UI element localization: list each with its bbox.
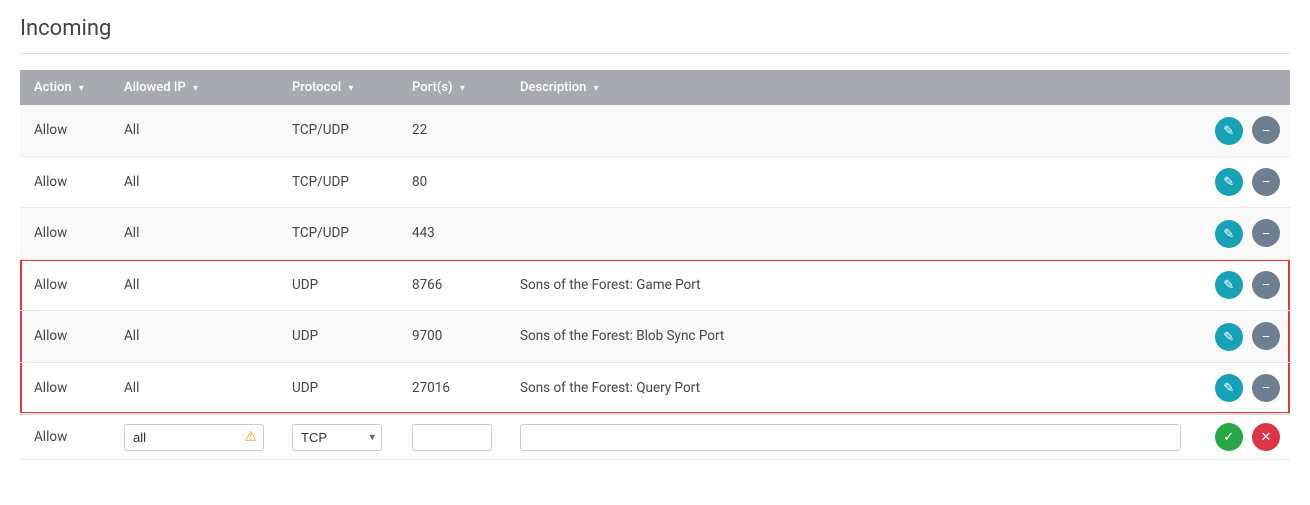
- edit-button[interactable]: ✎: [1215, 168, 1243, 196]
- cell-description: [506, 156, 1195, 208]
- cell-description: [506, 208, 1195, 260]
- cell-row-actions: ✎ −: [1195, 105, 1290, 156]
- table-row: Allow All UDP 8766 Sons of the Forest: G…: [20, 259, 1290, 311]
- edit-button[interactable]: ✎: [1215, 117, 1243, 145]
- remove-button[interactable]: −: [1252, 374, 1280, 402]
- edit-button[interactable]: ✎: [1215, 271, 1243, 299]
- cell-description: Sons of the Forest: Query Port: [506, 362, 1195, 414]
- edit-button[interactable]: ✎: [1215, 323, 1243, 351]
- cell-protocol: TCP/UDP: [278, 156, 398, 208]
- cell-protocol: UDP: [278, 311, 398, 363]
- cell-description: [506, 105, 1195, 156]
- page-title: Incoming: [20, 16, 1290, 54]
- cell-port: 27016: [398, 362, 506, 414]
- cell-action: Allow: [20, 311, 110, 363]
- col-header-protocol[interactable]: Protocol ▾: [278, 70, 398, 105]
- col-header-allowed-ip[interactable]: Allowed IP ▾: [110, 70, 278, 105]
- cell-port: 9700: [398, 311, 506, 363]
- sort-ip-icon: ▾: [193, 83, 198, 94]
- new-ip-input[interactable]: [124, 424, 264, 451]
- ip-warning-icon: ⚠: [244, 429, 257, 445]
- table-row: Allow All UDP 9700 Sons of the Forest: B…: [20, 311, 1290, 363]
- sort-desc-icon: ▾: [594, 83, 599, 94]
- cell-protocol: TCP/UDP: [278, 208, 398, 260]
- cell-allowed-ip: All: [110, 208, 278, 260]
- cell-row-actions: ✎ −: [1195, 208, 1290, 260]
- edit-button[interactable]: ✎: [1215, 374, 1243, 402]
- remove-button[interactable]: −: [1252, 271, 1280, 299]
- new-row-port-cell: [398, 414, 506, 460]
- cancel-button[interactable]: ✕: [1252, 423, 1280, 451]
- new-port-input[interactable]: [412, 424, 492, 451]
- cell-protocol: UDP: [278, 362, 398, 414]
- remove-button[interactable]: −: [1252, 116, 1280, 144]
- cell-protocol: UDP: [278, 259, 398, 311]
- cell-row-actions: ✎ −: [1195, 259, 1290, 311]
- cell-row-actions: ✎ −: [1195, 311, 1290, 363]
- cell-port: 8766: [398, 259, 506, 311]
- edit-button[interactable]: ✎: [1215, 220, 1243, 248]
- sort-port-icon: ▾: [460, 83, 465, 94]
- cell-action: Allow: [20, 259, 110, 311]
- firewall-table: Action ▾ Allowed IP ▾ Protocol ▾ Port(s)…: [20, 70, 1290, 460]
- table-body: Allow All TCP/UDP 22 ✎ − Allow All TCP/U…: [20, 105, 1290, 460]
- remove-button[interactable]: −: [1252, 322, 1280, 350]
- cell-allowed-ip: All: [110, 259, 278, 311]
- sort-protocol-icon: ▾: [348, 83, 353, 94]
- table-row: Allow All TCP/UDP 80 ✎ −: [20, 156, 1290, 208]
- cell-allowed-ip: All: [110, 311, 278, 363]
- new-row-protocol-cell: TCP UDP TCP/UDP: [278, 414, 398, 460]
- cell-action: Allow: [20, 362, 110, 414]
- table-row: Allow All TCP/UDP 443 ✎ −: [20, 208, 1290, 260]
- rules-table: Action ▾ Allowed IP ▾ Protocol ▾ Port(s)…: [20, 70, 1290, 460]
- new-row-desc-cell: [506, 414, 1195, 460]
- new-row-action-label: Allow: [20, 414, 110, 460]
- table-row: Allow All UDP 27016 Sons of the Forest: …: [20, 362, 1290, 414]
- remove-button[interactable]: −: [1252, 219, 1280, 247]
- cell-protocol: TCP/UDP: [278, 105, 398, 156]
- cell-allowed-ip: All: [110, 362, 278, 414]
- col-header-action[interactable]: Action ▾: [20, 70, 110, 105]
- table-row: Allow All TCP/UDP 22 ✎ −: [20, 105, 1290, 156]
- new-description-input[interactable]: [520, 424, 1181, 451]
- new-rule-row: Allow ⚠ TCP UDP TCP/UDP ✓ ✕: [20, 414, 1290, 460]
- cell-row-actions: ✎ −: [1195, 156, 1290, 208]
- sort-action-icon: ▾: [79, 83, 84, 94]
- cell-action: Allow: [20, 208, 110, 260]
- cell-row-actions: ✎ −: [1195, 362, 1290, 414]
- new-row-ip-cell: ⚠: [110, 414, 278, 460]
- cell-allowed-ip: All: [110, 105, 278, 156]
- new-row-actions: ✓ ✕: [1195, 414, 1290, 460]
- cell-port: 80: [398, 156, 506, 208]
- remove-button[interactable]: −: [1252, 168, 1280, 196]
- col-header-description[interactable]: Description ▾: [506, 70, 1195, 105]
- cell-description: Sons of the Forest: Game Port: [506, 259, 1195, 311]
- confirm-button[interactable]: ✓: [1215, 423, 1243, 451]
- cell-description: Sons of the Forest: Blob Sync Port: [506, 311, 1195, 363]
- col-header-actions: [1195, 70, 1290, 105]
- cell-allowed-ip: All: [110, 156, 278, 208]
- new-protocol-select[interactable]: TCP UDP TCP/UDP: [292, 424, 382, 451]
- col-header-port[interactable]: Port(s) ▾: [398, 70, 506, 105]
- cell-port: 443: [398, 208, 506, 260]
- cell-port: 22: [398, 105, 506, 156]
- table-header-row: Action ▾ Allowed IP ▾ Protocol ▾ Port(s)…: [20, 70, 1290, 105]
- cell-action: Allow: [20, 156, 110, 208]
- cell-action: Allow: [20, 105, 110, 156]
